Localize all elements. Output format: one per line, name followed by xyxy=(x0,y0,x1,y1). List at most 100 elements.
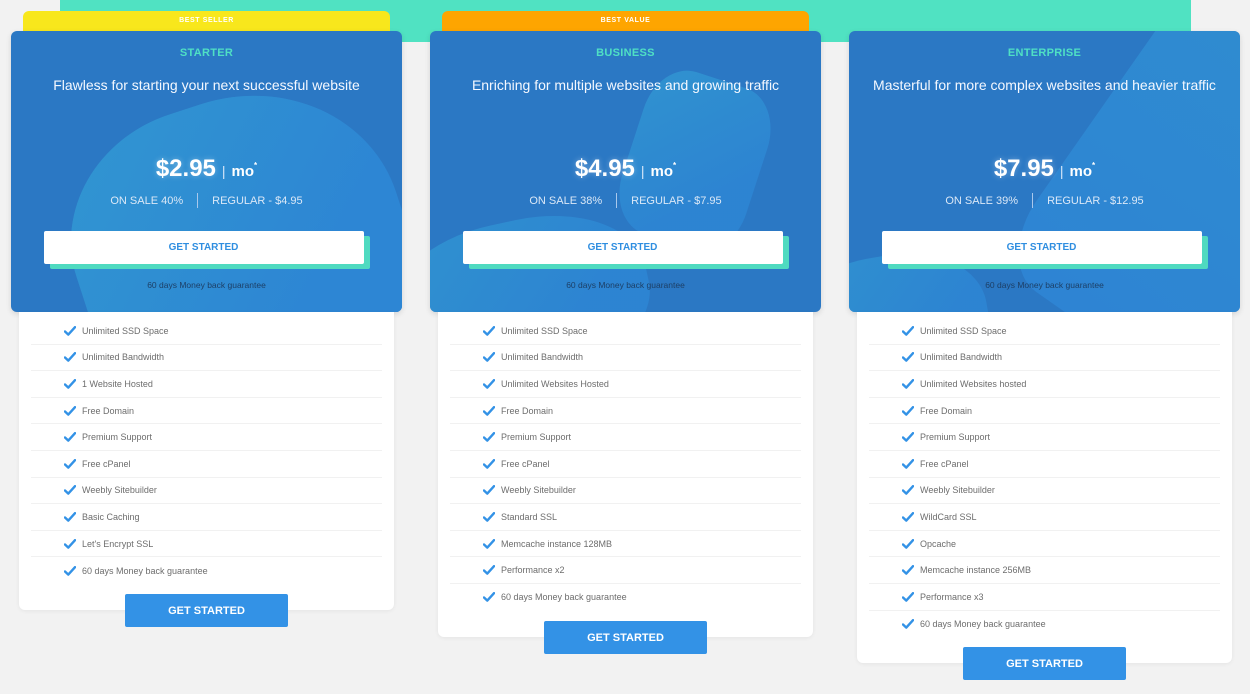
divider xyxy=(197,193,199,208)
feature-label: Unlimited SSD Space xyxy=(920,325,1007,336)
feature-item: Free Domain xyxy=(31,398,382,425)
feature-label: 60 days Money back guarantee xyxy=(920,618,1046,629)
regular-price: REGULAR - $7.95 xyxy=(631,194,722,207)
plan-price: $7.95 xyxy=(993,155,1054,182)
regular-price: REGULAR - $12.95 xyxy=(1047,194,1144,207)
feature-label: Premium Support xyxy=(82,432,153,443)
check-icon xyxy=(64,352,76,363)
feature-label: Unlimited SSD Space xyxy=(501,325,588,336)
plan-header-card: BUSINESS Enriching for multiple websites… xyxy=(430,31,821,312)
check-icon xyxy=(64,432,76,442)
check-icon xyxy=(483,592,495,603)
feature-label: Basic Caching xyxy=(82,511,140,522)
plan-tagline: Enriching for multiple websites and grow… xyxy=(471,77,780,93)
guarantee-text: 60 days Money back guarantee xyxy=(566,280,685,290)
price-separator: | xyxy=(640,163,645,179)
feature-item: WildCard SSL xyxy=(869,504,1220,531)
plan-name: ENTERPRISE xyxy=(1007,47,1082,59)
get-started-bottom-button[interactable]: GET STARTED xyxy=(125,594,288,627)
sale-percent: ON SALE 38% xyxy=(529,194,603,207)
feature-item: Unlimited SSD Space xyxy=(869,318,1220,345)
check-icon xyxy=(483,352,495,363)
check-icon xyxy=(902,432,914,442)
cta-wrapper: GET STARTED xyxy=(881,231,1208,269)
feature-label: Premium Support xyxy=(501,432,572,443)
asterisk-mark: * xyxy=(254,161,258,170)
check-icon xyxy=(64,565,76,576)
feature-item: Unlimited Websites Hosted xyxy=(450,371,801,398)
plan-header-card: STARTER Flawless for starting your next … xyxy=(11,31,402,312)
cta-wrapper: GET STARTED xyxy=(462,231,789,269)
check-icon xyxy=(64,458,76,469)
feature-item: Unlimited Websites hosted xyxy=(869,371,1220,398)
feature-label: Premium Support xyxy=(920,432,991,443)
feature-label: Unlimited Bandwidth xyxy=(501,352,584,363)
feature-item: Unlimited SSD Space xyxy=(31,318,382,345)
check-icon xyxy=(902,618,914,629)
features-list: Unlimited SSD Space Unlimited Bandwidth 1 … xyxy=(19,312,394,610)
check-icon xyxy=(483,458,495,469)
features-list: Unlimited SSD Space Unlimited Bandwidth Un… xyxy=(438,312,813,637)
check-icon xyxy=(902,405,914,416)
feature-label: Performance x3 xyxy=(920,591,984,602)
guarantee-text: 60 days Money back guarantee xyxy=(147,280,266,290)
check-icon xyxy=(902,458,914,469)
check-icon xyxy=(902,511,914,522)
feature-label: Weebly Sitebuilder xyxy=(501,485,576,496)
plan-name: BUSINESS xyxy=(596,47,655,59)
feature-item: Premium Support xyxy=(450,424,801,451)
sale-row: ON SALE 40% REGULAR - $4.95 xyxy=(11,193,402,208)
feature-label: Free Domain xyxy=(501,405,554,416)
feature-label: Memcache instance 256MB xyxy=(920,565,1032,576)
check-icon xyxy=(483,325,495,336)
feature-label: Standard SSL xyxy=(501,511,558,522)
asterisk-mark: * xyxy=(1092,161,1096,170)
asterisk-mark: * xyxy=(673,161,677,170)
feature-label: 60 days Money back guarantee xyxy=(501,592,627,603)
feature-item: Performance x2 xyxy=(450,557,801,584)
feature-item: Unlimited SSD Space xyxy=(450,318,801,345)
cta-wrapper: GET STARTED xyxy=(43,231,370,269)
feature-item: Memcache instance 128MB xyxy=(450,531,801,558)
price-period: mo* xyxy=(650,161,677,180)
feature-item: Unlimited Bandwidth xyxy=(450,345,801,372)
feature-label: 60 days Money back guarantee xyxy=(82,565,208,576)
feature-label: Performance x2 xyxy=(501,565,565,576)
check-icon xyxy=(902,325,914,336)
feature-label: Unlimited Websites Hosted xyxy=(501,378,609,389)
get-started-button[interactable]: GET STARTED xyxy=(881,231,1202,264)
feature-item: Opcache xyxy=(869,531,1220,558)
get-started-bottom-button[interactable]: GET STARTED xyxy=(963,647,1126,680)
sale-percent: ON SALE 39% xyxy=(945,194,1019,207)
plan-price: $2.95 xyxy=(155,155,216,182)
guarantee-text: 60 days Money back guarantee xyxy=(985,280,1104,290)
regular-price: REGULAR - $4.95 xyxy=(212,194,303,207)
check-icon xyxy=(64,325,76,336)
divider xyxy=(1032,193,1034,208)
feature-label: Let's Encrypt SSL xyxy=(82,538,154,549)
feature-label: Unlimited Bandwidth xyxy=(920,352,1003,363)
check-icon xyxy=(483,405,495,416)
feature-item: Free cPanel xyxy=(450,451,801,478)
get-started-button[interactable]: GET STARTED xyxy=(43,231,364,264)
feature-label: Unlimited SSD Space xyxy=(82,325,169,336)
feature-item: 60 days Money back guarantee xyxy=(31,557,382,584)
price-period: mo* xyxy=(1069,161,1096,180)
check-icon xyxy=(902,378,914,389)
feature-item: Memcache instance 256MB xyxy=(869,557,1220,584)
feature-label: Free Domain xyxy=(82,405,135,416)
sale-row: ON SALE 39% REGULAR - $12.95 xyxy=(849,193,1240,208)
feature-label: Weebly Sitebuilder xyxy=(920,485,995,496)
plan-header-card: ENTERPRISE Masterful for more complex we… xyxy=(849,31,1240,312)
get-started-button[interactable]: GET STARTED xyxy=(462,231,783,264)
get-started-bottom-button[interactable]: GET STARTED xyxy=(544,621,707,654)
feature-item: 60 days Money back guarantee xyxy=(450,584,801,611)
feature-item: Standard SSL xyxy=(450,504,801,531)
check-icon xyxy=(902,485,914,496)
price-row: $2.95 | mo* xyxy=(11,155,402,183)
check-icon xyxy=(64,538,76,549)
feature-label: Free cPanel xyxy=(920,458,969,469)
feature-label: Free cPanel xyxy=(82,458,131,469)
sale-row: ON SALE 38% REGULAR - $7.95 xyxy=(430,193,821,208)
check-icon xyxy=(64,405,76,416)
